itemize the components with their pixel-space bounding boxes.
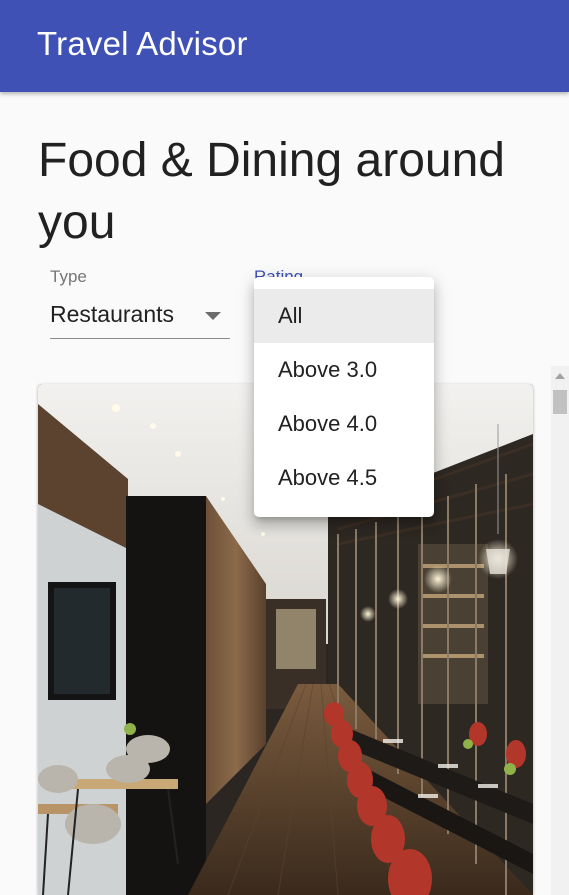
app-title: Travel Advisor: [37, 25, 248, 62]
type-label: Type: [50, 267, 87, 286]
rating-option-above-4[interactable]: Above 4.0: [254, 397, 434, 451]
list-scrollbar[interactable]: [551, 366, 569, 895]
scroll-thumb[interactable]: [553, 390, 567, 414]
scroll-up-arrow-icon[interactable]: [555, 373, 565, 379]
rating-option-above-3[interactable]: Above 3.0: [254, 343, 434, 397]
rating-option-above-4-5[interactable]: Above 4.5: [254, 451, 434, 505]
rating-dropdown-menu[interactable]: All Above 3.0 Above 4.0 Above 4.5: [254, 277, 434, 517]
chevron-down-icon[interactable]: [205, 312, 221, 320]
page-title: Food & Dining around you: [38, 134, 505, 249]
type-value: Restaurants: [50, 301, 175, 327]
type-select[interactable]: Restaurants: [50, 297, 230, 339]
type-select-field[interactable]: Type Restaurants: [50, 267, 230, 339]
rating-option-all[interactable]: All: [254, 289, 434, 343]
app-bar: Travel Advisor: [0, 0, 569, 92]
